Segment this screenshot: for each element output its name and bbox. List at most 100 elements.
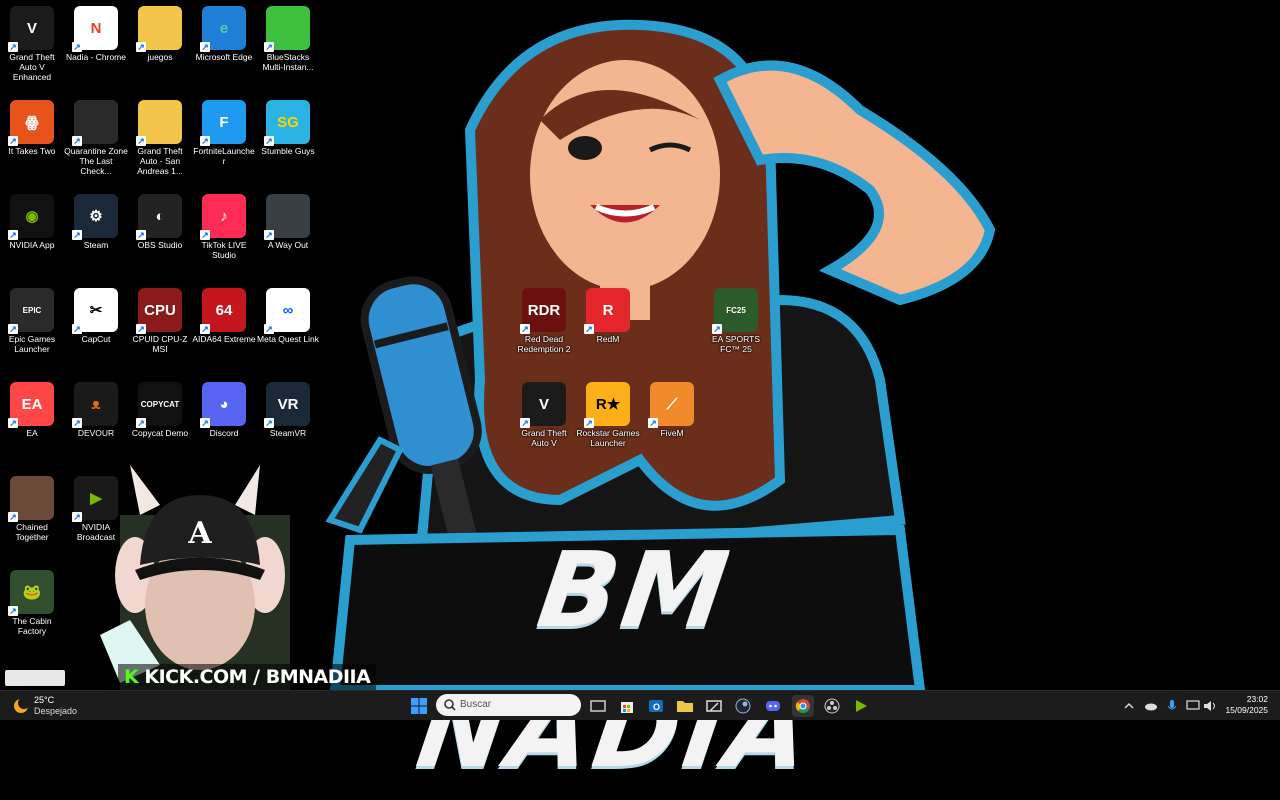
copycat-icon: COPYCAT ↗	[136, 382, 182, 428]
desktop-shortcut-bluestacks[interactable]: ↗ BlueStacks Multi-Instan...	[256, 0, 320, 72]
desktop-shortcut-label: Grand Theft Auto V Enhanced	[9, 52, 55, 82]
clock-date: 15/09/2025	[1225, 705, 1268, 715]
steamvr-icon: VR ↗	[264, 382, 310, 428]
desktop-shortcut-label: FortniteLauncher	[193, 146, 255, 166]
taskbar-snipping[interactable]	[703, 695, 725, 717]
desktop-shortcut-label: Steam	[83, 240, 109, 250]
discord-icon	[766, 701, 780, 711]
shortcut-arrow-icon: ↗	[8, 606, 18, 616]
gta-v-icon: V ↗	[520, 382, 566, 428]
gta-v-icon: V ↗	[8, 6, 54, 52]
desktop-shortcut-chained[interactable]: ↗ Chained Together	[0, 470, 64, 542]
desktop-shortcut-fivem[interactable]: ⟋ ↗ FiveM	[640, 376, 704, 438]
desktop-shortcut-gta5[interactable]: V ↗ Grand Theft Auto V	[512, 376, 576, 448]
desktop-shortcut-nadia-chrome[interactable]: N ↗ Nadia - Chrome	[64, 0, 128, 62]
clock-time: 23:02	[1246, 694, 1268, 704]
desktop-shortcut-label: SteamVR	[269, 428, 307, 438]
shortcut-arrow-icon: ↗	[136, 418, 146, 428]
desktop-shortcut-steamvr[interactable]: VR ↗ SteamVR	[256, 376, 320, 438]
desktop-shortcut-fc25[interactable]: FC25 ↗ EA SPORTS FC™ 25	[704, 282, 768, 354]
shortcut-arrow-icon: ↗	[712, 324, 722, 334]
desktop-shortcut-obs[interactable]: ◐ ↗ OBS Studio	[128, 188, 192, 250]
network-icon[interactable]	[1186, 700, 1200, 712]
shortcut-arrow-icon: ↗	[648, 418, 658, 428]
chrome-icon	[795, 699, 810, 713]
desktop-shortcut-copycat[interactable]: COPYCAT ↗ Copycat Demo	[128, 376, 192, 438]
desktop-shortcut-metaquest[interactable]: ∞ ↗ Meta Quest Link	[256, 282, 320, 344]
devour-icon: ᴥ ↗	[72, 382, 118, 428]
desktop-shortcut-epic[interactable]: EPIC ↗ Epic Games Launcher	[0, 282, 64, 354]
desktop-shortcut-redm[interactable]: R ↗ RedM	[576, 282, 640, 344]
taskbar-clock[interactable]: 23:02 15/09/2025	[1225, 694, 1268, 716]
desktop-shortcut-edge[interactable]: e ↗ Microsoft Edge	[192, 0, 256, 62]
shortcut-arrow-icon: ↗	[8, 42, 18, 52]
desktop-shortcut-ea[interactable]: EA ↗ EA	[0, 376, 64, 438]
taskbar-discord[interactable]	[762, 695, 784, 717]
desktop-shortcut-label: OBS Studio	[137, 240, 183, 250]
desktop-shortcut-cabin[interactable]: 🐸 ↗ The Cabin Factory	[0, 564, 64, 636]
speaker-icon[interactable]	[1203, 700, 1217, 712]
desktop-shortcut-cpuz[interactable]: CPU ↗ CPUID CPU-Z MSI	[128, 282, 192, 354]
desktop-shortcut-steam[interactable]: ⚙ ↗ Steam	[64, 188, 128, 250]
icon-glyph: V	[538, 395, 549, 413]
desktop-shortcut-gta5-enhanced[interactable]: V ↗ Grand Theft Auto V Enhanced	[0, 0, 64, 82]
desktop-shortcut-label: CPUID CPU-Z MSI	[132, 334, 188, 354]
folder-icon: ↗	[136, 100, 182, 146]
shortcut-arrow-icon: ↗	[8, 512, 18, 522]
desktop-shortcut-capcut[interactable]: ✂ ↗ CapCut	[64, 282, 128, 344]
taskbar-file-explorer[interactable]	[674, 695, 696, 717]
shortcut-arrow-icon: ↗	[584, 418, 594, 428]
icon-glyph: ∞	[282, 301, 294, 319]
weather-temperature: 25°C	[34, 695, 55, 705]
chevron-up-icon[interactable]	[1124, 701, 1134, 711]
taskbar-store[interactable]	[616, 695, 638, 717]
shortcut-arrow-icon: ↗	[200, 418, 210, 428]
desktop-shortcut-label: EA	[26, 428, 38, 438]
shortcut-arrow-icon: ↗	[8, 324, 18, 334]
onedrive-icon[interactable]	[1144, 701, 1158, 711]
taskbar-obs[interactable]	[821, 695, 843, 717]
desktop-shortcut-stumble[interactable]: SG ↗ Stumble Guys	[256, 94, 320, 156]
desktop-shortcut-nvidia-app[interactable]: ◉ ↗ NVIDIA App	[0, 188, 64, 250]
desktop-shortcut-ittakestwo[interactable]: ꙮ ↗ It Takes Two	[0, 94, 64, 156]
ea-fc25-icon: FC25 ↗	[712, 288, 758, 334]
desktop-shortcut-juegos[interactable]: ↗ juegos	[128, 0, 192, 62]
desktop-shortcut-label: Grand Theft Auto V	[521, 428, 567, 448]
desktop-shortcut-label: EA SPORTS FC™ 25	[711, 334, 761, 354]
desktop-shortcut-rdr2[interactable]: RDR ↗ Red Dead Redemption 2	[512, 282, 576, 354]
store-icon	[621, 702, 633, 713]
shortcut-arrow-icon: ↗	[72, 42, 82, 52]
task-view-button[interactable]	[587, 695, 609, 717]
desktop-shortcut-rockstar[interactable]: R★ ↗ Rockstar Games Launcher	[576, 376, 640, 448]
icon-glyph: ᴥ	[91, 395, 101, 413]
icon-glyph: ◐	[155, 207, 165, 225]
taskbar-chrome[interactable]	[792, 695, 814, 717]
taskbar-search-box[interactable]: Buscar	[436, 694, 581, 716]
shortcut-arrow-icon: ↗	[8, 418, 18, 428]
discord-icon: ◕ ↗	[200, 382, 246, 428]
shortcut-arrow-icon: ↗	[264, 324, 274, 334]
desktop-shortcut-label: Red Dead Redemption 2	[517, 334, 571, 354]
desktop-shortcut-gta-sa[interactable]: ↗ Grand Theft Auto - San Andreas 1...	[128, 94, 192, 176]
shortcut-arrow-icon: ↗	[520, 324, 530, 334]
icon-glyph: 64	[215, 301, 233, 319]
icon-glyph: EA	[21, 395, 43, 413]
desktop-shortcut-label: The Cabin Factory	[12, 616, 52, 636]
desktop-shortcut-tiktok[interactable]: ♪ ↗ TikTok LIVE Studio	[192, 188, 256, 260]
nvidia-icon: ◉ ↗	[8, 194, 54, 240]
edge-icon: e ↗	[200, 6, 246, 52]
start-button[interactable]	[408, 695, 430, 717]
taskbar-nvidia-broadcast[interactable]	[850, 695, 872, 717]
desktop-shortcut-devour[interactable]: ᴥ ↗ DEVOUR	[64, 376, 128, 438]
desktop-shortcut-discord[interactable]: ◕ ↗ Discord	[192, 376, 256, 438]
desktop-shortcut-awayout[interactable]: ↗ A Way Out	[256, 188, 320, 250]
kick-logo-letter: K	[124, 666, 139, 688]
desktop-shortcut-quarantine[interactable]: ↗ Quarantine Zone The Last Check...	[64, 94, 128, 176]
search-placeholder: Buscar	[460, 699, 492, 710]
microphone-icon[interactable]	[1167, 699, 1177, 713]
taskbar-steam[interactable]	[732, 695, 754, 717]
desktop-shortcut-aida64[interactable]: 64 ↗ AIDA64 Extreme	[192, 282, 256, 344]
desktop-shortcut-fortnite[interactable]: F ↗ FortniteLauncher	[192, 94, 256, 166]
taskbar-outlook[interactable]: O	[645, 695, 667, 717]
epic-games-icon: EPIC ↗	[8, 288, 54, 334]
